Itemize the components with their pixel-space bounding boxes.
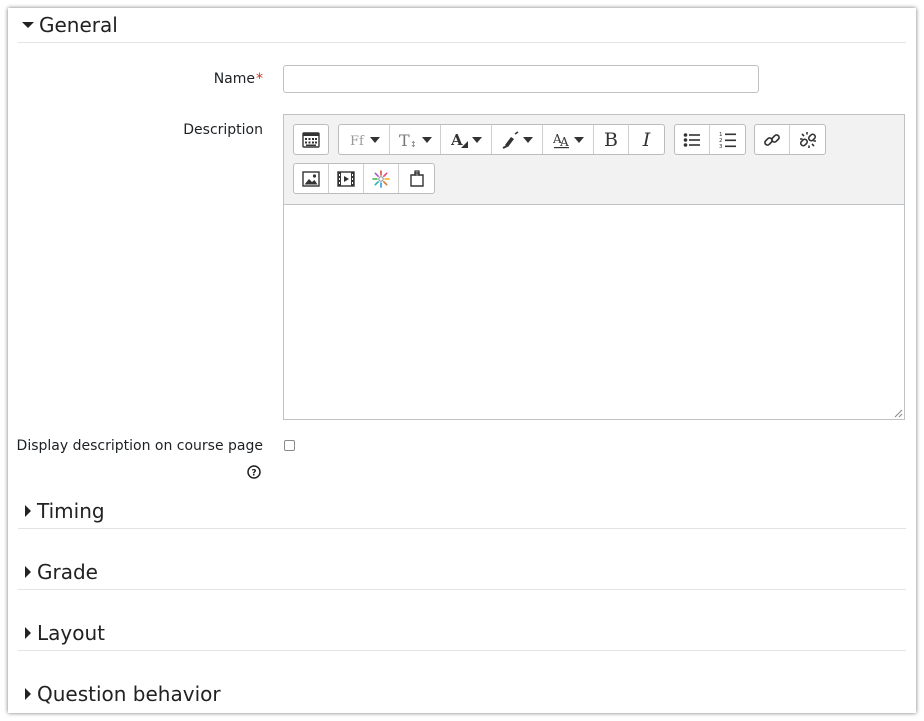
- dropdown-arrow-icon: [421, 136, 432, 143]
- caret-right-icon: [25, 566, 31, 578]
- media-button[interactable]: [329, 164, 364, 193]
- section-question-behavior-header[interactable]: Question behavior: [18, 677, 906, 711]
- svg-text:3: 3: [719, 144, 723, 149]
- unordered-list-icon: [683, 132, 700, 147]
- font-family-icon: Ff: [350, 134, 365, 148]
- dropdown-arrow-icon: [573, 136, 584, 143]
- resize-handle-icon[interactable]: [894, 409, 903, 418]
- manage-files-icon: [409, 169, 424, 187]
- show-more-buttons[interactable]: [294, 125, 328, 154]
- dropdown-arrow-icon: [471, 136, 482, 143]
- font-format-button[interactable]: A A: [543, 125, 594, 154]
- unlink-button[interactable]: [790, 125, 825, 154]
- italic-icon: I: [642, 128, 651, 151]
- section-grade-title: Grade: [37, 560, 98, 584]
- section-timing-title: Timing: [37, 499, 105, 523]
- image-button[interactable]: [294, 164, 329, 193]
- caret-down-icon: [22, 22, 34, 28]
- bold-button[interactable]: B: [594, 125, 629, 154]
- section-timing-header[interactable]: Timing: [18, 494, 906, 529]
- section-question-behavior-title: Question behavior: [37, 682, 221, 706]
- font-color-button[interactable]: A: [441, 125, 492, 154]
- description-label: Description: [183, 122, 263, 138]
- font-size-button[interactable]: T ↕: [390, 125, 441, 154]
- ordered-list-button[interactable]: 123: [710, 125, 745, 154]
- toolbar-group-collapse: [293, 124, 329, 155]
- unlink-icon: [799, 131, 816, 148]
- toolbar-group-style: Ff T ↕ A A A B I: [338, 124, 665, 155]
- bold-icon: B: [604, 128, 618, 151]
- section-grade-header[interactable]: Grade: [18, 555, 906, 590]
- font-format-icon: A A: [553, 132, 569, 149]
- dropdown-arrow-icon: [522, 136, 533, 143]
- font-color-icon: A: [451, 131, 468, 149]
- description-editor[interactable]: Ff T ↕ A A A B I 1 2 3: [283, 114, 905, 420]
- svg-text:?: ?: [251, 469, 256, 479]
- toolbar-group-lists: 123: [674, 124, 746, 155]
- section-layout-title: Layout: [37, 621, 105, 645]
- svg-text:A: A: [451, 131, 463, 149]
- editor-content-area[interactable]: [284, 205, 904, 419]
- caret-right-icon: [25, 688, 31, 700]
- required-asterisk: *: [256, 71, 263, 87]
- recordrtc-icon: [372, 169, 390, 188]
- background-color-icon: [502, 130, 518, 149]
- name-input[interactable]: [283, 65, 759, 93]
- toolbar-group-files: [293, 163, 435, 194]
- svg-text:↕: ↕: [410, 140, 417, 149]
- help-icon[interactable]: ?: [247, 465, 261, 479]
- svg-text:Ff: Ff: [350, 134, 365, 148]
- manage-files-button[interactable]: [399, 164, 434, 193]
- caret-right-icon: [25, 627, 31, 639]
- italic-button[interactable]: I: [629, 125, 664, 154]
- unordered-list-button[interactable]: [675, 125, 710, 154]
- display-description-label: Display description on course page: [16, 438, 263, 454]
- display-description-checkbox[interactable]: [284, 440, 295, 451]
- caret-right-icon: [25, 505, 31, 517]
- media-icon: [337, 170, 355, 187]
- toolbar-group-links: [754, 124, 826, 155]
- background-color-button[interactable]: [492, 125, 543, 154]
- font-size-icon: T ↕: [399, 131, 417, 149]
- svg-text:A: A: [559, 135, 569, 149]
- image-icon: [302, 170, 320, 187]
- section-general-header[interactable]: General: [18, 8, 906, 43]
- recordrtc-button[interactable]: [364, 164, 399, 193]
- name-label: Name*: [213, 71, 263, 87]
- link-icon: [764, 133, 780, 146]
- section-layout-header[interactable]: Layout: [18, 616, 906, 651]
- form-frame: General Name* Description Ff T ↕ A A A B…: [8, 8, 916, 713]
- font-family-button[interactable]: Ff: [339, 125, 390, 154]
- dropdown-arrow-icon: [369, 136, 380, 143]
- svg-text:T: T: [399, 131, 410, 149]
- show-more-buttons-icon: [302, 131, 320, 148]
- section-general-title: General: [39, 13, 118, 37]
- ordered-list-icon: 123: [719, 132, 736, 149]
- editor-toolbar: Ff T ↕ A A A B I 1 2 3: [284, 115, 904, 205]
- link-button[interactable]: [755, 125, 790, 154]
